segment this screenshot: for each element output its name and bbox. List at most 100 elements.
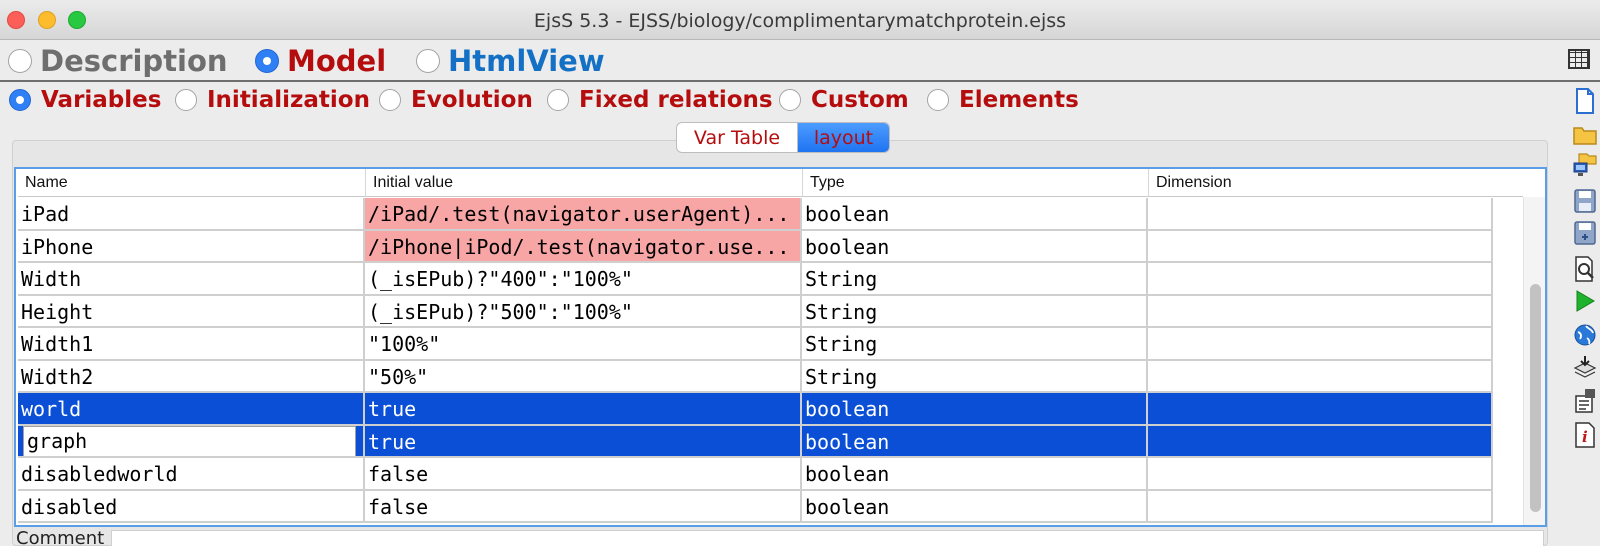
cell-name[interactable]: Width	[18, 263, 365, 296]
cell-initial-value[interactable]: true	[365, 393, 802, 426]
var-table-button[interactable]: Var Table	[677, 123, 798, 152]
cell-type[interactable]: boolean	[802, 458, 1148, 491]
cell-name[interactable]: Width1	[18, 328, 365, 361]
cell-name[interactable]: disabledworld	[18, 458, 365, 491]
radio-htmlview[interactable]	[416, 49, 440, 73]
cell-dimension[interactable]	[1148, 198, 1493, 231]
table-scrollbar[interactable]	[1523, 197, 1545, 525]
radio-initialization[interactable]	[175, 89, 197, 111]
cell-dimension[interactable]	[1148, 263, 1493, 296]
table-body: iPad /iPad/.test(navigator.userAgent)...…	[18, 198, 1523, 523]
cell-name-editing[interactable]: graph	[18, 425, 365, 458]
radio-elements[interactable]	[927, 89, 949, 111]
cell-initial-value[interactable]: "100%"	[365, 328, 802, 361]
tab-htmlview[interactable]: HtmlView	[416, 43, 605, 79]
radio-variables[interactable]	[9, 89, 31, 111]
cell-dimension[interactable]	[1148, 393, 1493, 426]
web-icon[interactable]	[1573, 322, 1597, 348]
settings-icon[interactable]	[1573, 388, 1597, 414]
cell-dimension[interactable]	[1148, 328, 1493, 361]
table-row[interactable]: Height (_isEPub)?"500":"100%" String	[18, 295, 1523, 328]
cell-initial-value[interactable]: /iPad/.test(navigator.userAgent)...	[365, 198, 802, 231]
tab-initialization[interactable]: Initialization	[175, 85, 370, 115]
tab-model-label: Model	[287, 44, 387, 78]
header-type[interactable]: Type	[802, 169, 1148, 197]
cell-initial-value[interactable]: false	[365, 458, 802, 491]
package-icon[interactable]	[1573, 354, 1597, 380]
cell-initial-value[interactable]: "50%"	[365, 360, 802, 393]
table-row[interactable]: Width1 "100%" String	[18, 328, 1523, 361]
table-row[interactable]: disabled false boolean	[18, 490, 1523, 523]
cell-dimension[interactable]	[1148, 360, 1493, 393]
comment-field[interactable]	[111, 530, 1544, 546]
radio-model[interactable]	[255, 49, 279, 73]
table-row-selected[interactable]: world true boolean	[18, 393, 1523, 426]
cell-initial-value[interactable]: false	[365, 490, 802, 523]
cell-name[interactable]: Width2	[18, 360, 365, 393]
cell-type[interactable]: boolean	[802, 425, 1148, 458]
search-icon[interactable]	[1573, 256, 1597, 282]
tab-custom[interactable]: Custom	[779, 85, 909, 115]
cell-name[interactable]: world	[18, 393, 365, 426]
scrollbar-thumb[interactable]	[1530, 284, 1541, 512]
tab-fixed-relations-label: Fixed relations	[579, 87, 773, 113]
cell-type[interactable]: boolean	[802, 393, 1148, 426]
radio-custom[interactable]	[779, 89, 801, 111]
open-remote-icon[interactable]	[1573, 152, 1597, 178]
table-row[interactable]: iPad /iPad/.test(navigator.userAgent)...…	[18, 198, 1523, 231]
save-icon[interactable]	[1573, 188, 1597, 214]
table-row[interactable]: iPhone /iPhone|iPod/.test(navigator.use.…	[18, 230, 1523, 263]
name-edit-field[interactable]: graph	[23, 425, 356, 457]
cell-name[interactable]: disabled	[18, 490, 365, 523]
run-icon[interactable]	[1573, 288, 1597, 314]
view-mode-segmented-control: Var Table layout	[676, 122, 890, 153]
cell-type[interactable]: boolean	[802, 230, 1148, 263]
open-folder-icon[interactable]	[1573, 122, 1597, 148]
radio-evolution[interactable]	[379, 89, 401, 111]
tab-htmlview-label: HtmlView	[448, 44, 605, 78]
radio-description[interactable]	[8, 49, 32, 73]
cell-dimension[interactable]	[1148, 295, 1493, 328]
cell-type[interactable]: String	[802, 263, 1148, 296]
header-initial-value[interactable]: Initial value	[365, 169, 802, 197]
cell-type[interactable]: boolean	[802, 198, 1148, 231]
header-dimension[interactable]: Dimension	[1148, 169, 1493, 197]
cell-type[interactable]: String	[802, 295, 1148, 328]
tab-description[interactable]: Description	[8, 43, 228, 79]
cell-initial-value[interactable]: /iPhone|iPod/.test(navigator.use...	[365, 230, 802, 263]
tab-description-label: Description	[40, 44, 228, 78]
cell-dimension[interactable]	[1148, 490, 1493, 523]
table-row[interactable]: disabledworld false boolean	[18, 458, 1523, 491]
save-as-icon[interactable]	[1573, 220, 1597, 246]
tab-evolution-label: Evolution	[411, 87, 533, 113]
tab-elements[interactable]: Elements	[927, 85, 1079, 115]
tab-variables[interactable]: Variables	[9, 85, 161, 115]
tab-model[interactable]: Model	[255, 43, 386, 79]
radio-fixed-relations[interactable]	[547, 89, 569, 111]
tab-evolution[interactable]: Evolution	[379, 85, 533, 115]
tab-elements-label: Elements	[959, 87, 1079, 113]
variables-table: Name Initial value Type Dimension iPad /…	[14, 167, 1547, 527]
cell-dimension[interactable]	[1148, 230, 1493, 263]
cell-type[interactable]: boolean	[802, 490, 1148, 523]
cell-initial-value[interactable]: true	[365, 425, 802, 458]
cell-dimension[interactable]	[1148, 425, 1493, 458]
table-view-icon[interactable]	[1568, 49, 1590, 69]
info-icon[interactable]: i	[1573, 422, 1597, 448]
layout-button[interactable]: layout	[798, 123, 889, 152]
cell-type[interactable]: String	[802, 360, 1148, 393]
cell-initial-value[interactable]: (_isEPub)?"500":"100%"	[365, 295, 802, 328]
header-name[interactable]: Name	[18, 169, 365, 197]
cell-initial-value[interactable]: (_isEPub)?"400":"100%"	[365, 263, 802, 296]
table-row[interactable]: Width (_isEPub)?"400":"100%" String	[18, 263, 1523, 296]
cell-name[interactable]: iPad	[18, 198, 365, 231]
cell-name[interactable]: Height	[18, 295, 365, 328]
new-file-icon[interactable]	[1573, 88, 1597, 114]
table-row-selected[interactable]: graph true boolean	[18, 425, 1523, 458]
cell-dimension[interactable]	[1148, 458, 1493, 491]
table-row[interactable]: Width2 "50%" String	[18, 360, 1523, 393]
right-toolbar: i	[1568, 84, 1600, 546]
tab-fixed-relations[interactable]: Fixed relations	[547, 85, 773, 115]
cell-type[interactable]: String	[802, 328, 1148, 361]
cell-name[interactable]: iPhone	[18, 230, 365, 263]
